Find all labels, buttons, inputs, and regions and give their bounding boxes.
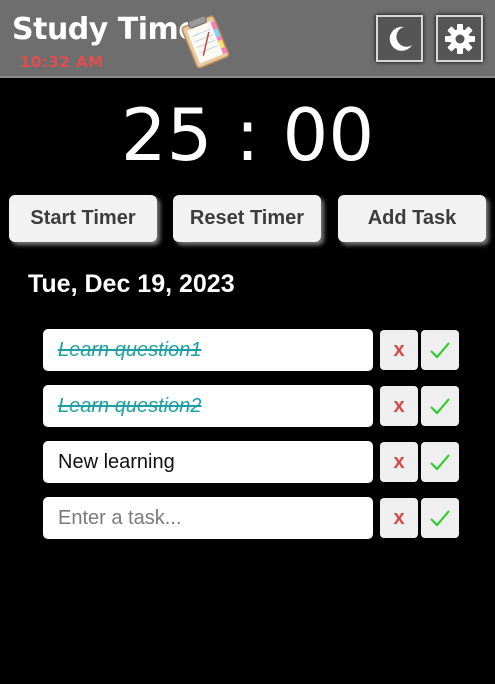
complete-task-button[interactable] bbox=[421, 330, 459, 370]
clipboard-icon bbox=[181, 15, 230, 69]
app-title: Study Time bbox=[12, 12, 199, 47]
add-task-button[interactable]: Add Task bbox=[338, 195, 486, 242]
task-text[interactable]: Learn question2 bbox=[43, 385, 373, 427]
delete-task-button[interactable]: x bbox=[380, 330, 418, 370]
checkmark-icon bbox=[430, 398, 450, 415]
delete-task-button[interactable]: x bbox=[380, 498, 418, 538]
task-item: Learn question1 x bbox=[43, 329, 459, 371]
delete-task-button[interactable]: x bbox=[380, 386, 418, 426]
settings-button[interactable] bbox=[436, 15, 483, 62]
reset-timer-button[interactable]: Reset Timer bbox=[173, 195, 321, 242]
new-task-input[interactable] bbox=[43, 497, 373, 539]
task-text[interactable]: Learn question1 bbox=[43, 329, 373, 371]
complete-task-button[interactable] bbox=[421, 498, 459, 538]
moon-icon bbox=[389, 26, 412, 51]
new-task-row: x bbox=[43, 497, 459, 539]
app-header: Study Time 10:32 AM bbox=[0, 0, 495, 78]
gear-icon bbox=[444, 23, 475, 54]
task-item: New learning x bbox=[43, 441, 459, 483]
current-time: 10:32 AM bbox=[20, 53, 104, 71]
start-timer-button[interactable]: Start Timer bbox=[9, 195, 157, 242]
complete-task-button[interactable] bbox=[421, 442, 459, 482]
checkmark-icon bbox=[430, 342, 450, 359]
checkmark-icon bbox=[430, 510, 450, 527]
theme-toggle-button[interactable] bbox=[376, 15, 423, 62]
task-item: Learn question2 x bbox=[43, 385, 459, 427]
delete-task-button[interactable]: x bbox=[380, 442, 418, 482]
timer-display: 25 : 00 bbox=[120, 93, 375, 177]
complete-task-button[interactable] bbox=[421, 386, 459, 426]
task-text[interactable]: New learning bbox=[43, 441, 373, 483]
checkmark-icon bbox=[430, 454, 450, 471]
current-date: Tue, Dec 19, 2023 bbox=[28, 270, 235, 298]
